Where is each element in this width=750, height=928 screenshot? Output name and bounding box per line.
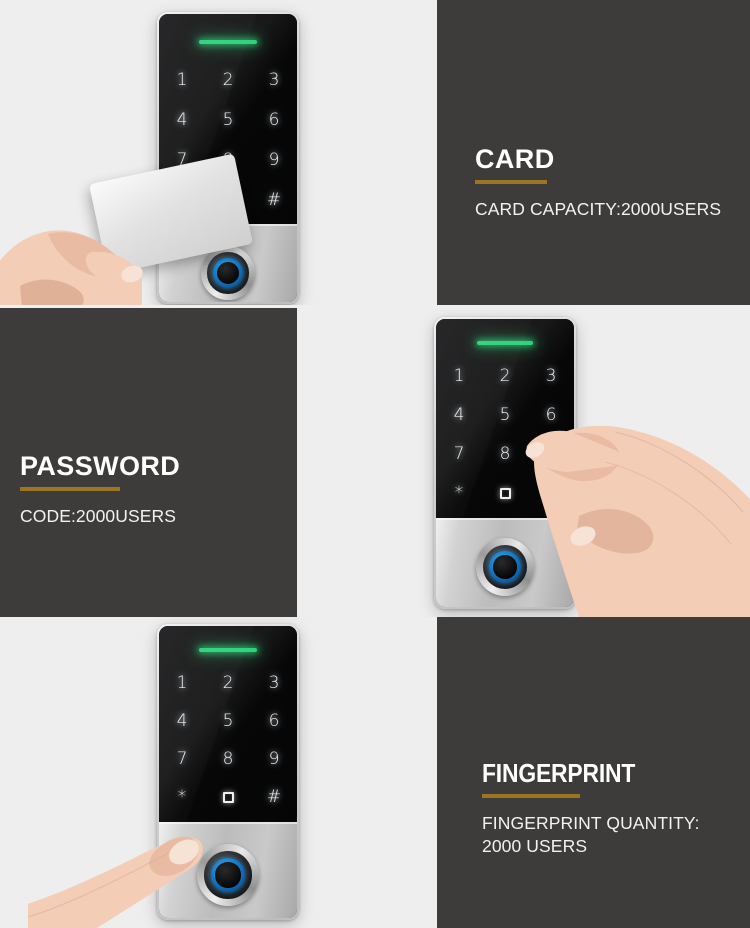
device-body: 1 2 3 4 5 6 7 8 9 * #: [436, 319, 574, 607]
fingerprint-ring-inner: [204, 851, 252, 899]
password-subtext: CODE:2000USERS: [20, 506, 177, 527]
status-led: [199, 648, 257, 652]
keypad-grid: 1 2 3 4 5 6 7 8 9 * #: [159, 664, 297, 816]
keypad-glass: 1 2 3 4 5 6 7 8 9 * #: [159, 626, 297, 822]
fingerprint-ring-blue: [212, 257, 244, 289]
key-0[interactable]: [499, 488, 511, 499]
key-6[interactable]: 6: [269, 712, 280, 730]
key-5[interactable]: 5: [223, 111, 234, 129]
card-textblock: CARD CARD CAPACITY:2000USERS: [475, 145, 721, 221]
key-6[interactable]: 6: [269, 111, 280, 129]
card-subtext: CARD CAPACITY:2000USERS: [475, 199, 722, 220]
key-hash[interactable]: #: [267, 191, 281, 209]
key-8[interactable]: 8: [500, 446, 511, 463]
key-3[interactable]: 3: [269, 674, 280, 692]
password-textblock: PASSWORD CODE:2000USERS: [20, 452, 180, 528]
panel-fingerprint-photo: 1 2 3 4 5 6 7 8 9 * #: [0, 617, 437, 928]
card-heading: CARD: [475, 144, 555, 174]
key-0[interactable]: [222, 791, 234, 803]
key-9[interactable]: 9: [269, 151, 280, 169]
key-1[interactable]: 1: [454, 368, 465, 385]
key-4[interactable]: 4: [177, 111, 188, 129]
key-5[interactable]: 5: [223, 712, 234, 730]
device-middle-right: 1 2 3 4 5 6 7 8 9 * #: [434, 317, 576, 609]
fingerprint-ring-inner: [482, 544, 528, 590]
key-hash[interactable]: #: [544, 485, 558, 502]
key-hash[interactable]: #: [267, 788, 281, 806]
key-7[interactable]: 7: [177, 750, 188, 768]
key-9[interactable]: 9: [269, 750, 280, 768]
key-4[interactable]: 4: [454, 407, 465, 424]
status-led: [199, 40, 257, 44]
key-2[interactable]: 2: [223, 674, 234, 692]
fingerprint-ring-blue: [210, 857, 246, 893]
keypad-glass: 1 2 3 4 5 6 7 8 9 * #: [436, 319, 574, 518]
key-7[interactable]: 7: [454, 446, 465, 463]
fingerprint-core: [215, 862, 241, 888]
key-2[interactable]: 2: [223, 71, 234, 89]
key-star[interactable]: *: [455, 485, 464, 502]
panel-password-text: PASSWORD CODE:2000USERS: [0, 308, 297, 617]
sensor-plate: [436, 518, 574, 607]
key-8[interactable]: 8: [223, 750, 234, 768]
fingerprint-heading: FINGERPRINT: [482, 758, 636, 788]
key-star[interactable]: *: [178, 788, 187, 806]
key-9[interactable]: 9: [546, 446, 557, 463]
status-led: [477, 341, 533, 345]
fingerprint-ring-inner: [207, 252, 249, 294]
keypad-grid: 1 2 3 4 5 6 7 8 9 * #: [436, 357, 574, 513]
key-1[interactable]: 1: [177, 71, 188, 89]
fingerprint-subtext: FINGERPRINT QUANTITY: 2000 USERS: [482, 813, 700, 856]
device-bottom-left: 1 2 3 4 5 6 7 8 9 * #: [157, 624, 299, 920]
key-3[interactable]: 3: [269, 71, 280, 89]
fingerprint-sensor[interactable]: [201, 246, 255, 300]
fingerprint-sensor[interactable]: [197, 844, 259, 906]
fingerprint-textblock: FINGERPRINT FINGERPRINT QUANTITY: 2000 U…: [482, 758, 700, 857]
product-feature-collage: 1 2 3 4 5 6 7 8 9 * #: [0, 0, 750, 928]
fingerprint-sensor[interactable]: [476, 538, 534, 596]
panel-keypad-photo: 1 2 3 4 5 6 7 8 9 * #: [297, 308, 750, 617]
password-heading: PASSWORD: [20, 451, 181, 481]
panel-fingerprint-text: FINGERPRINT FINGERPRINT QUANTITY: 2000 U…: [437, 617, 750, 928]
panel-card-photo: 1 2 3 4 5 6 7 8 9 * #: [0, 0, 437, 305]
key-1[interactable]: 1: [177, 674, 188, 692]
fingerprint-ring-blue: [488, 550, 522, 584]
panel-card-text: CARD CARD CAPACITY:2000USERS: [437, 0, 750, 305]
key-4[interactable]: 4: [177, 712, 188, 730]
key-6[interactable]: 6: [546, 407, 557, 424]
key-5[interactable]: 5: [500, 407, 511, 424]
fingerprint-core: [493, 555, 517, 579]
sensor-plate: [159, 822, 297, 918]
device-body: 1 2 3 4 5 6 7 8 9 * #: [159, 626, 297, 918]
key-3[interactable]: 3: [546, 368, 557, 385]
fingerprint-core: [217, 262, 239, 284]
key-2[interactable]: 2: [500, 368, 511, 385]
